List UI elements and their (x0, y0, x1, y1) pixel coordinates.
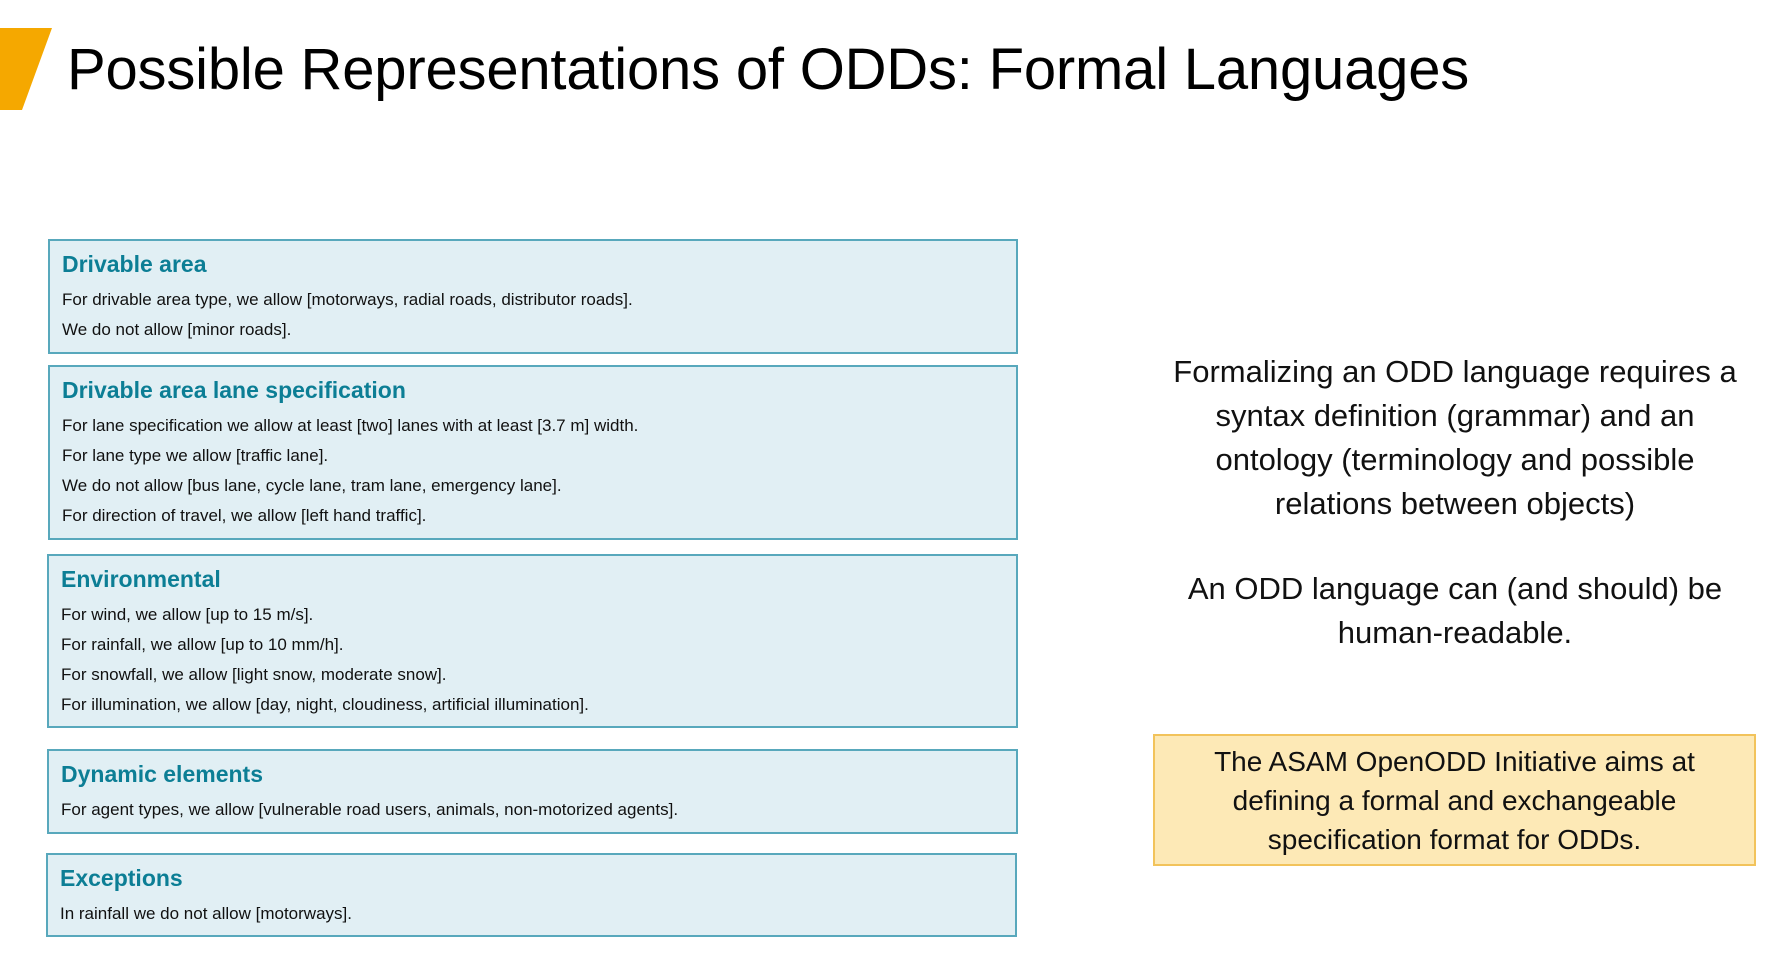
spec-box-drivable-area: Drivable area For drivable area type, we… (48, 239, 1018, 354)
accent-slash-decoration (0, 28, 52, 110)
spec-line: For lane type we allow [traffic lane]. (62, 446, 329, 465)
spec-line: For snowfall, we allow [light snow, mode… (61, 665, 447, 684)
spec-line: For wind, we allow [up to 15 m/s]. (61, 605, 314, 624)
spec-line: We do not allow [bus lane, cycle lane, t… (62, 476, 562, 495)
asam-openodd-note: The ASAM OpenODD Initiative aims at defi… (1153, 734, 1756, 866)
spec-heading: Drivable area lane specification (62, 377, 406, 403)
spec-line: For lane specification we allow at least… (62, 416, 639, 435)
spec-box-dynamic-elements: Dynamic elements For agent types, we all… (47, 749, 1018, 834)
spec-heading: Drivable area (62, 251, 207, 277)
spec-line: For direction of travel, we allow [left … (62, 506, 427, 525)
spec-line: For rainfall, we allow [up to 10 mm/h]. (61, 635, 344, 654)
spec-box-environmental: Environmental For wind, we allow [up to … (47, 554, 1018, 728)
spec-box-exceptions: Exceptions In rainfall we do not allow [… (46, 853, 1017, 937)
spec-box-lane-specification: Drivable area lane specification For lan… (48, 365, 1018, 540)
page-title: Possible Representations of ODDs: Formal… (67, 37, 1470, 102)
spec-heading: Environmental (61, 566, 221, 592)
spec-line: We do not allow [minor roads]. (62, 320, 292, 339)
human-readable-paragraph: An ODD language can (and should) be huma… (1187, 571, 1723, 650)
formalizing-paragraph: Formalizing an ODD language requires a s… (1173, 354, 1737, 521)
note-text: The ASAM OpenODD Initiative aims at defi… (1214, 745, 1695, 855)
spec-line: For drivable area type, we allow [motorw… (62, 290, 633, 309)
spec-line: For agent types, we allow [vulnerable ro… (61, 800, 679, 819)
spec-heading: Dynamic elements (61, 761, 263, 787)
spec-line: For illumination, we allow [day, night, … (61, 695, 589, 714)
spec-line: In rainfall we do not allow [motorways]. (60, 904, 352, 923)
spec-heading: Exceptions (60, 865, 183, 891)
